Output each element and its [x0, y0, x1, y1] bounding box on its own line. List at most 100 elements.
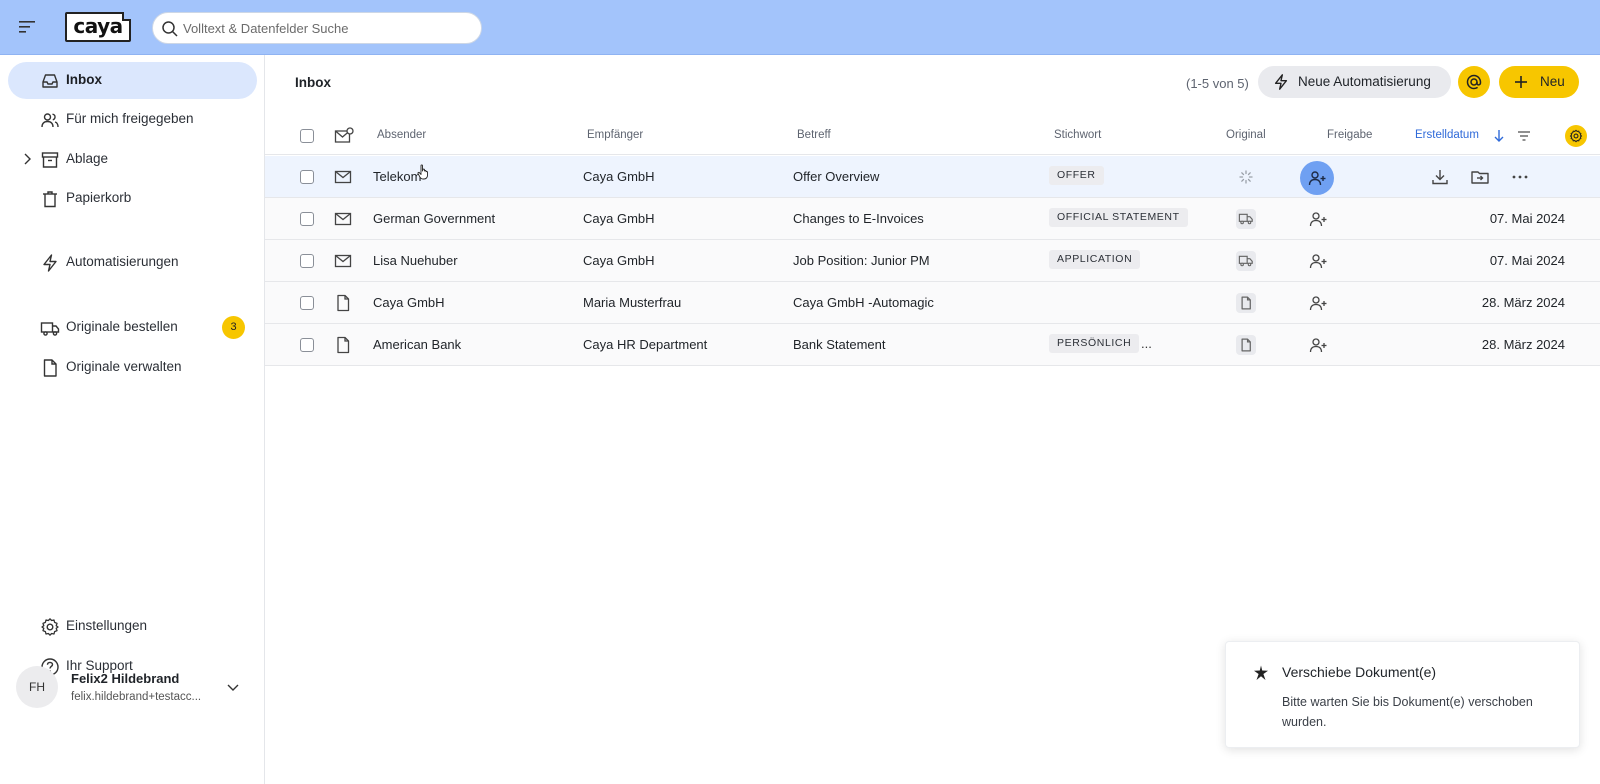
column-recipient[interactable]: Empfänger — [587, 129, 643, 141]
original-status[interactable] — [1236, 335, 1256, 355]
trash-icon — [43, 191, 57, 208]
table-row[interactable]: German Government Caya GmbH Changes to E… — [265, 198, 1600, 240]
logo-corner — [122, 12, 131, 21]
menu-icon[interactable] — [19, 19, 37, 35]
toast-message: Bitte warten Sie bis Dokument(e) verscho… — [1282, 695, 1533, 729]
sort-down-icon[interactable] — [1493, 129, 1505, 143]
column-keyword[interactable]: Stichwort — [1054, 129, 1101, 141]
original-status[interactable] — [1236, 209, 1256, 229]
table-settings-button[interactable] — [1565, 125, 1587, 147]
recipient-cell: Caya GmbH — [583, 211, 655, 226]
filter-icon[interactable] — [1517, 129, 1531, 143]
sidebar-item-manage-originals[interactable]: Originale verwalten — [8, 349, 257, 386]
column-sender[interactable]: Absender — [377, 129, 426, 141]
email-upload-button[interactable] — [1458, 66, 1490, 98]
original-status[interactable] — [1236, 251, 1256, 271]
keyword-tag[interactable]: PERSÖNLICH — [1049, 334, 1140, 353]
logo-text: caya — [73, 14, 123, 38]
add-user-icon — [1308, 171, 1326, 186]
select-all-checkbox[interactable] — [300, 129, 314, 143]
add-user-icon[interactable] — [1308, 251, 1328, 271]
more-tags-indicator[interactable]: ... — [1141, 336, 1152, 351]
row-checkbox[interactable] — [300, 338, 314, 352]
sidebar-item-settings[interactable]: Einstellungen — [8, 608, 257, 645]
row-checkbox[interactable] — [300, 170, 314, 184]
truck-icon — [1238, 213, 1253, 225]
toast-title: Verschiebe Dokument(e) — [1282, 664, 1437, 680]
more-icon[interactable] — [1510, 167, 1530, 187]
bolt-icon — [43, 254, 57, 272]
button-label: Neue Automatisierung — [1298, 74, 1431, 89]
share-button[interactable] — [1300, 161, 1334, 195]
search-icon — [162, 21, 178, 37]
sidebar-item-label: Inbox — [66, 72, 102, 87]
page-title: Inbox — [295, 75, 331, 90]
created-date: 28. März 2024 — [1481, 295, 1565, 310]
table-row[interactable]: American Bank Caya HR Department Bank St… — [265, 324, 1600, 366]
created-date: 07. Mai 2024 — [1489, 253, 1565, 268]
keyword-tag[interactable]: APPLICATION — [1049, 250, 1141, 269]
add-user-icon[interactable] — [1308, 293, 1328, 313]
table-row[interactable]: Lisa Nuehuber Caya GmbH Job Position: Ju… — [265, 240, 1600, 282]
archive-icon — [41, 152, 59, 168]
avatar: FH — [16, 666, 58, 708]
sparkle-icon — [1254, 665, 1268, 680]
table-row[interactable]: Caya GmbH Maria Musterfrau Caya GmbH -Au… — [265, 282, 1600, 324]
user-email: felix.hildebrand+testacc... — [71, 691, 202, 703]
chevron-down-icon[interactable] — [226, 680, 240, 694]
created-date: 07. Mai 2024 — [1489, 211, 1565, 226]
keyword-tag[interactable]: OFFER — [1049, 166, 1104, 185]
count-badge: 3 — [222, 316, 245, 339]
toast-notification: Verschiebe Dokument(e) Bitte warten Sie … — [1225, 641, 1580, 748]
sidebar-item-label: Automatisierungen — [66, 254, 179, 269]
sender-cell: Telekom — [373, 169, 422, 184]
sidebar-item-label: Einstellungen — [66, 618, 148, 633]
created-date: 28. März 2024 — [1481, 337, 1565, 352]
sidebar-item-automations[interactable]: Automatisierungen — [8, 244, 257, 281]
users-icon — [41, 113, 59, 128]
sender-cell: American Bank — [373, 337, 462, 352]
hand-cursor-icon — [417, 164, 428, 180]
sidebar-item-order-originals[interactable]: Originale bestellen 3 — [8, 309, 257, 346]
new-button[interactable]: Neu — [1499, 66, 1579, 98]
user-menu[interactable]: FH Felix2 Hildebrand felix.hildebrand+te… — [16, 662, 256, 712]
sidebar-item-ablage[interactable]: Ablage — [8, 141, 257, 178]
caya-logo[interactable]: caya — [65, 12, 131, 42]
chevron-right-icon[interactable] — [20, 152, 34, 166]
sidebar-item-inbox[interactable]: Inbox — [8, 62, 257, 99]
add-user-icon[interactable] — [1308, 335, 1328, 355]
new-automation-button[interactable]: Neue Automatisierung — [1258, 66, 1451, 98]
add-user-icon[interactable] — [1308, 209, 1328, 229]
row-checkbox[interactable] — [300, 212, 314, 226]
top-bar: caya — [0, 0, 1600, 55]
sidebar: Inbox Für mich freigegeben Ablage Papier… — [0, 55, 265, 784]
sidebar-item-trash[interactable]: Papierkorb — [8, 180, 257, 217]
column-subject[interactable]: Betreff — [797, 129, 831, 141]
column-created[interactable]: Erstelldatum — [1415, 129, 1479, 141]
column-original[interactable]: Original — [1226, 129, 1266, 141]
original-status[interactable] — [1236, 293, 1256, 313]
download-icon[interactable] — [1430, 167, 1450, 187]
recipient-cell: Caya GmbH — [583, 253, 655, 268]
gear-icon — [41, 618, 59, 636]
at-icon — [1466, 74, 1482, 90]
move-to-folder-icon[interactable] — [1470, 167, 1490, 187]
sidebar-item-shared[interactable]: Für mich freigegeben — [8, 101, 257, 138]
table-row[interactable]: Telekom Caya GmbH Offer Overview OFFER — [265, 156, 1600, 198]
subject-cell: Caya GmbH -Automagic — [793, 295, 934, 310]
sender-cell: German Government — [373, 211, 496, 226]
mail-status-icon[interactable] — [334, 127, 354, 145]
column-share[interactable]: Freigabe — [1327, 129, 1372, 141]
row-checkbox[interactable] — [300, 296, 314, 310]
result-count: (1-5 von 5) — [1186, 76, 1249, 91]
search-input[interactable] — [183, 17, 473, 39]
truck-icon — [1238, 255, 1253, 267]
subject-cell: Offer Overview — [793, 169, 880, 184]
mail-icon — [334, 170, 352, 184]
row-checkbox[interactable] — [300, 254, 314, 268]
gear-icon — [1569, 129, 1583, 143]
sidebar-item-label: Papierkorb — [66, 190, 132, 205]
user-name: Felix2 Hildebrand — [71, 671, 180, 686]
search-bar[interactable] — [152, 12, 482, 44]
keyword-tag[interactable]: OFFICIAL STATEMENT — [1049, 208, 1188, 227]
